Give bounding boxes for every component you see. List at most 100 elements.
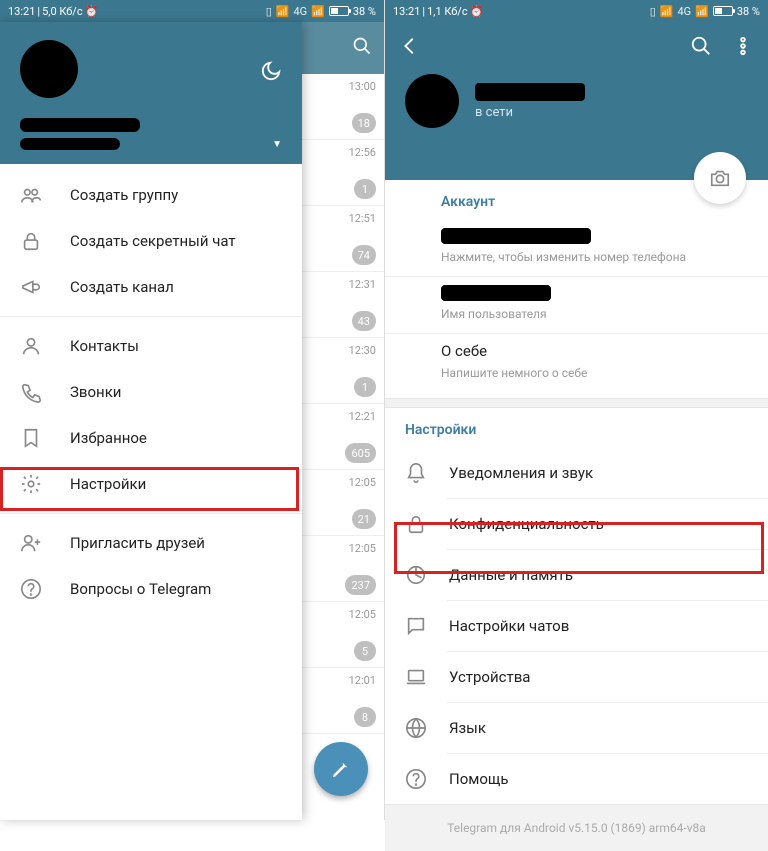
settings-help[interactable]: Помощь (385, 754, 768, 804)
wifi-icon: 📶 (695, 5, 709, 18)
about-label: О себе (441, 342, 712, 360)
account-phone[interactable]: Нажмите, чтобы изменить номер телефона (385, 220, 768, 277)
separator (0, 513, 302, 514)
settings-section: Настройки Уведомления и звук Конфиденциа… (385, 408, 768, 804)
about-sub: Напишите немного о себе (441, 366, 712, 380)
help-icon (20, 578, 42, 600)
username-sub: Имя пользователя (441, 307, 712, 321)
data-icon (405, 564, 427, 586)
avatar[interactable] (405, 74, 459, 128)
settings-chat[interactable]: Настройки чатов (385, 601, 768, 651)
phone-redacted (441, 228, 591, 244)
chat-row[interactable]: 12:055 (302, 602, 384, 668)
statusbar-left: 13:21 | 5,0 Кб/с ⏰ ▯ 📶 4G 📶 38 % (0, 0, 384, 22)
night-mode-icon[interactable] (260, 60, 282, 86)
person-icon (20, 335, 42, 357)
menu-create-group[interactable]: Создать группу (0, 172, 302, 218)
chat-list: 13:0018 12:561 12:5174 12:3143 12:301 12… (302, 22, 384, 820)
profile-row: в сети (385, 74, 768, 128)
chat-row[interactable]: 12:5174 (302, 206, 384, 272)
network-icon: 4G (677, 5, 691, 18)
bell-icon (405, 462, 427, 484)
menu-invite[interactable]: Пригласить друзей (0, 520, 302, 566)
chat-row[interactable]: 12:018 (302, 668, 384, 734)
help-icon (405, 768, 427, 790)
chat-row[interactable]: 12:301 (302, 338, 384, 404)
battery-icon (713, 6, 733, 16)
phone-sub: Нажмите, чтобы изменить номер телефона (441, 250, 712, 264)
settings-privacy[interactable]: Конфиденциальность (385, 499, 768, 549)
settings-devices[interactable]: Устройства (385, 652, 768, 702)
alarm-icon: ⏰ (85, 5, 99, 18)
settings-language[interactable]: Язык (385, 703, 768, 753)
settings-label: Настройки чатов (449, 617, 569, 635)
wifi-icon: 📶 (311, 5, 325, 18)
alarm-icon: ⏰ (470, 5, 484, 18)
left-screenshot: 13:21 | 5,0 Кб/с ⏰ ▯ 📶 4G 📶 38 % 13:0018… (0, 0, 384, 820)
user-phone-redacted (20, 138, 120, 150)
settings-data-storage[interactable]: Данные и память (385, 550, 768, 600)
group-icon (20, 184, 42, 206)
status-time: 13:21 (8, 5, 35, 18)
menu-label: Избранное (70, 429, 147, 447)
battery-icon (329, 6, 349, 16)
search-icon[interactable] (690, 35, 712, 61)
account-about[interactable]: О себе Напишите немного о себе (385, 334, 768, 392)
profile-status: в сети (475, 105, 585, 120)
battery-pct: 38 % (737, 5, 760, 18)
menu-label: Вопросы о Telegram (70, 580, 211, 598)
battery-pct: 38 % (353, 5, 376, 18)
network-icon: 4G (293, 5, 307, 18)
settings-label: Устройства (449, 668, 530, 686)
chat-row[interactable]: 12:0521 (302, 470, 384, 536)
menu-label: Звонки (70, 383, 121, 401)
menu-calls[interactable]: Звонки (0, 369, 302, 415)
status-speed: 1,1 Кб/с (427, 5, 468, 18)
profile-name-redacted (475, 83, 585, 101)
search-icon[interactable] (352, 36, 372, 60)
chat-row[interactable]: 12:05237 (302, 536, 384, 602)
change-photo-fab[interactable] (694, 152, 746, 204)
signal-icon: 📶 (276, 5, 290, 18)
menu-label: Создать группу (70, 186, 178, 204)
compose-fab[interactable] (314, 742, 368, 796)
settings-label: Помощь (449, 770, 509, 788)
menu-create-channel[interactable]: Создать канал (0, 264, 302, 310)
add-person-icon (20, 532, 42, 554)
menu-contacts[interactable]: Контакты (0, 323, 302, 369)
bookmark-icon (20, 427, 42, 449)
gear-icon (20, 473, 42, 495)
section-title: Настройки (385, 422, 768, 448)
chat-row[interactable]: 13:0018 (302, 74, 384, 140)
signal-icon: 📶 (660, 5, 674, 18)
settings-label: Язык (449, 719, 486, 737)
menu-saved[interactable]: Избранное (0, 415, 302, 461)
menu-create-secret-chat[interactable]: Создать секретный чат (0, 218, 302, 264)
back-icon[interactable] (399, 35, 421, 61)
separator (0, 316, 302, 317)
settings-label: Уведомления и звук (449, 464, 593, 482)
account-username[interactable]: Имя пользователя (385, 277, 768, 334)
laptop-icon (405, 666, 427, 688)
settings-label: Конфиденциальность (449, 515, 604, 533)
megaphone-icon (20, 276, 42, 298)
chat-icon (405, 615, 427, 637)
lock-icon (405, 513, 427, 535)
drawer-header[interactable]: ▼ (0, 22, 302, 164)
menu-label: Контакты (70, 337, 139, 355)
chat-row[interactable]: 12:3143 (302, 272, 384, 338)
chat-toolbar (302, 22, 384, 74)
menu-faq[interactable]: Вопросы о Telegram (0, 566, 302, 612)
menu-settings[interactable]: Настройки (0, 461, 302, 507)
chat-row[interactable]: 12:21605 (302, 404, 384, 470)
app-version: Telegram для Android v5.15.0 (1869) arm6… (385, 804, 768, 851)
more-icon[interactable] (732, 35, 754, 61)
username-redacted (441, 285, 551, 301)
status-time: 13:21 (393, 5, 420, 18)
settings-label: Данные и память (449, 566, 573, 584)
chevron-down-icon[interactable]: ▼ (272, 139, 282, 150)
settings-notifications[interactable]: Уведомления и звук (385, 448, 768, 498)
account-section: Аккаунт Нажмите, чтобы изменить номер те… (385, 180, 768, 398)
chat-row[interactable]: 12:561 (302, 140, 384, 206)
avatar[interactable] (20, 40, 78, 98)
